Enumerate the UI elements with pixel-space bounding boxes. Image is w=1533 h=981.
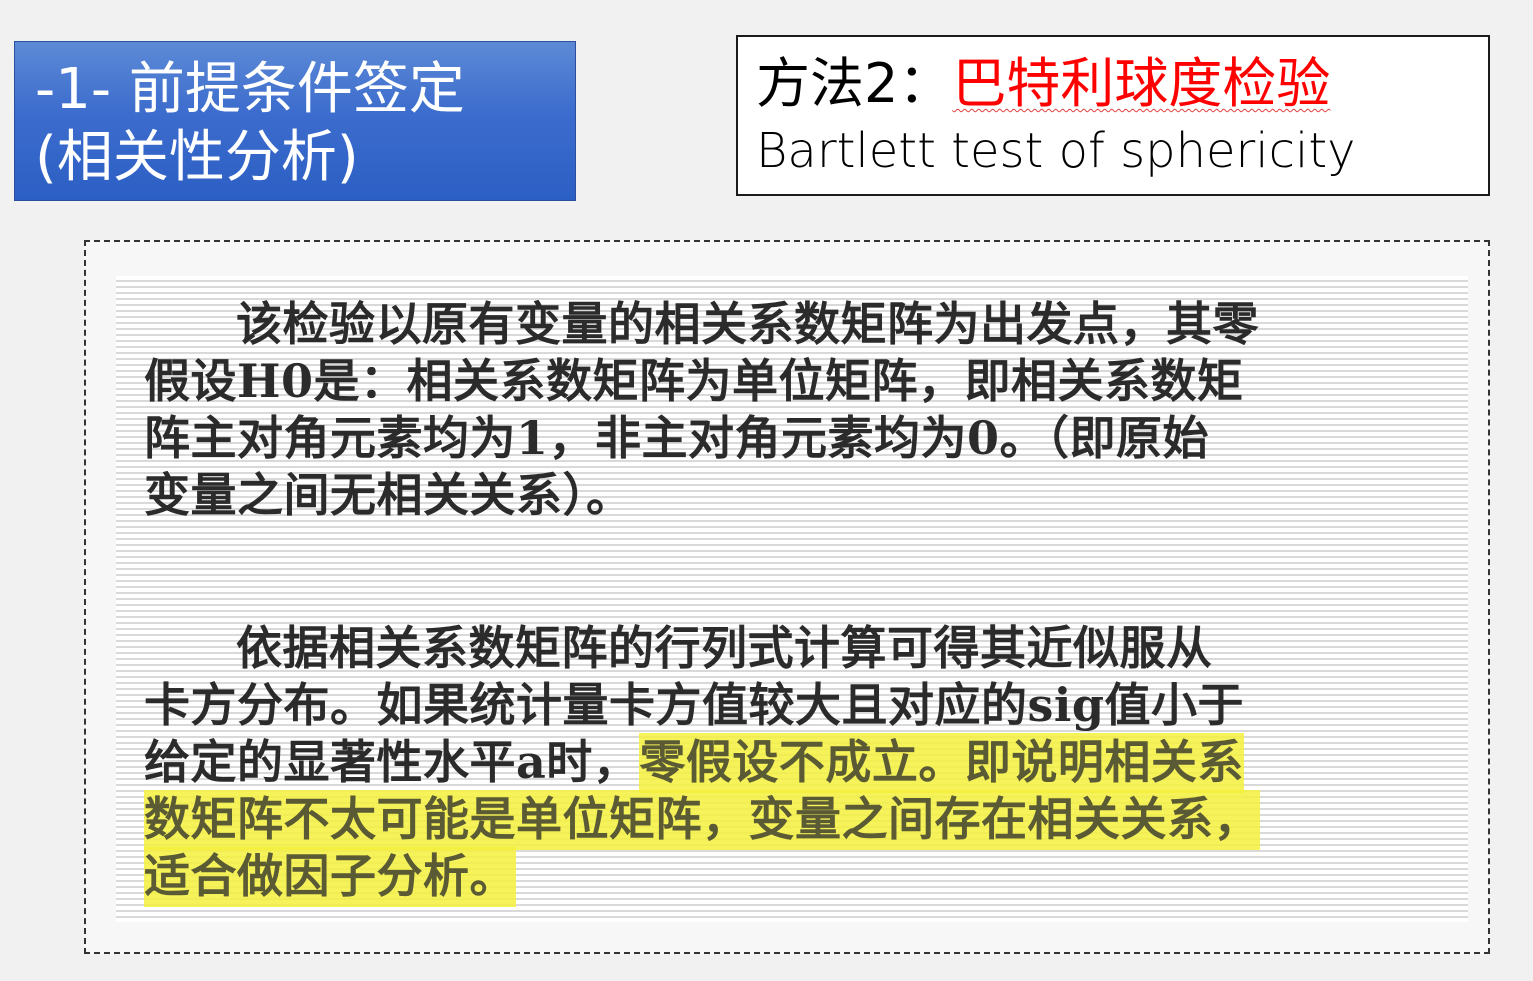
text-line: 变量之间无相关关系）。 [144, 468, 633, 522]
section-title-line-1: -1- 前提条件签定 [35, 57, 465, 122]
highlighted-text: 数矩阵不太可能是单位矩阵，变量之间存在相关关系， [144, 790, 1260, 850]
paragraph-decision-rule: 依据相关系数矩阵的行列式计算可得其近似服从 卡方分布。如果统计量卡方值较大且对应… [144, 620, 1464, 907]
scanned-page: 该检验以原有变量的相关系数矩阵为出发点，其零 假设H0是：相关系数矩阵为单位矩阵… [116, 276, 1468, 922]
text-line: 假设H0是：相关系数矩阵为单位矩阵，即相关系数矩 [144, 354, 1244, 408]
paragraph-null-hypothesis: 该检验以原有变量的相关系数矩阵为出发点，其零 假设H0是：相关系数矩阵为单位矩阵… [144, 296, 1464, 524]
text-plain: 给定的显著性水平a时， [144, 735, 640, 789]
text-line: 数矩阵不太可能是单位矩阵，变量之间存在相关关系， [144, 790, 1464, 850]
method-name-english: Bartlett test of sphericity [756, 123, 1356, 179]
text-line: 给定的显著性水平a时，零假设不成立。即说明相关系 [144, 733, 1464, 793]
text-line: 适合做因子分析。 [144, 847, 1464, 907]
method-name-chinese: 巴特利球度检验 [952, 52, 1331, 115]
method-title-box: 方法2：巴特利球度检验 Bartlett test of sphericity [736, 35, 1490, 196]
method-title: 方法2：巴特利球度检验 [756, 49, 1470, 119]
text-line: 卡方分布。如果统计量卡方值较大且对应的sig值小于 [144, 678, 1245, 732]
text-line: 该检验以原有变量的相关系数矩阵为出发点，其零 [236, 297, 1259, 351]
highlighted-text: 适合做因子分析。 [144, 847, 516, 907]
text-line: 依据相关系数矩阵的行列式计算可得其近似服从 [236, 621, 1213, 675]
highlighted-text: 零假设不成立。即说明相关系 [639, 733, 1244, 793]
section-title-line-2: (相关性分析) [35, 125, 359, 190]
method-prefix: 方法2： [756, 52, 953, 115]
text-line: 阵主对角元素均为1，非主对角元素均为0。（即原始 [144, 411, 1210, 465]
section-banner: -1- 前提条件签定 (相关性分析) [14, 41, 576, 201]
scanned-excerpt-frame: 该检验以原有变量的相关系数矩阵为出发点，其零 假设H0是：相关系数矩阵为单位矩阵… [84, 240, 1490, 954]
